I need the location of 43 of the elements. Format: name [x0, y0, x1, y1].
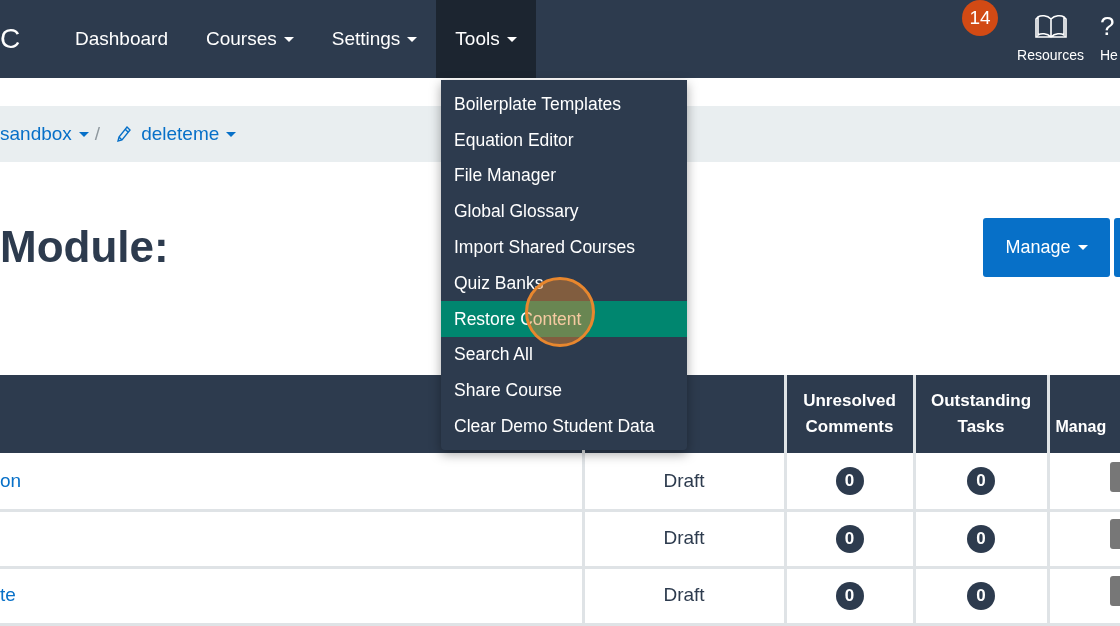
- item-link[interactable]: te: [0, 584, 16, 606]
- book-icon: [1034, 12, 1067, 39]
- menu-item[interactable]: Boilerplate Templates: [441, 86, 687, 122]
- status-cell: Draft: [583, 510, 785, 567]
- column-header: Manag: [1048, 375, 1120, 453]
- count-badge: 0: [967, 467, 995, 496]
- row-action-button[interactable]: [1109, 461, 1120, 492]
- menu-item[interactable]: Clear Demo Student Data: [441, 408, 687, 444]
- pencil-icon: [116, 125, 133, 143]
- menu-item[interactable]: File Manager: [441, 157, 687, 194]
- breadcrumb-separator: /: [94, 121, 101, 146]
- count-badge: 0: [835, 524, 864, 553]
- item-link[interactable]: on: [0, 469, 22, 491]
- column-header: Outstanding Tasks: [914, 375, 1048, 453]
- breadcrumb-link[interactable]: deleteme: [141, 119, 237, 149]
- count-badge: 0: [835, 581, 864, 610]
- menu-item[interactable]: Import Shared Courses: [441, 229, 687, 265]
- status-cell: Draft: [583, 453, 785, 510]
- count-badge: 0: [967, 581, 995, 610]
- manage-button[interactable]: Manage: [983, 217, 1110, 277]
- help-icon: ?: [1100, 12, 1115, 39]
- logo-text[interactable]: C: [0, 18, 56, 60]
- nav-item[interactable]: Tools: [436, 0, 536, 78]
- page-title: Module:: [0, 220, 169, 273]
- column-header: Unresolved Comments: [785, 375, 914, 453]
- menu-item[interactable]: Share Course: [441, 372, 687, 409]
- menu-item[interactable]: Equation Editor: [441, 121, 687, 158]
- help-link[interactable]: ? He: [1100, 12, 1120, 66]
- menu-item[interactable]: Global Glossary: [441, 193, 687, 230]
- nav-item[interactable]: Settings: [312, 0, 437, 78]
- nav-item[interactable]: Courses: [186, 0, 313, 78]
- row-action-button[interactable]: [1109, 519, 1120, 550]
- count-badge: 0: [967, 524, 995, 553]
- nav-item[interactable]: Dashboard: [56, 0, 187, 78]
- row-action-button[interactable]: [1109, 576, 1120, 607]
- count-badge: 0: [835, 467, 864, 496]
- breadcrumb-link[interactable]: sandbox: [0, 119, 89, 149]
- cropped-button[interactable]: [1114, 217, 1120, 277]
- menu-item[interactable]: Quiz Banks: [441, 265, 687, 301]
- notification-count: 14: [962, 0, 998, 36]
- menu-item[interactable]: Search All: [441, 336, 687, 373]
- resources-link[interactable]: Resources: [1017, 12, 1084, 66]
- status-cell: Draft: [583, 567, 785, 624]
